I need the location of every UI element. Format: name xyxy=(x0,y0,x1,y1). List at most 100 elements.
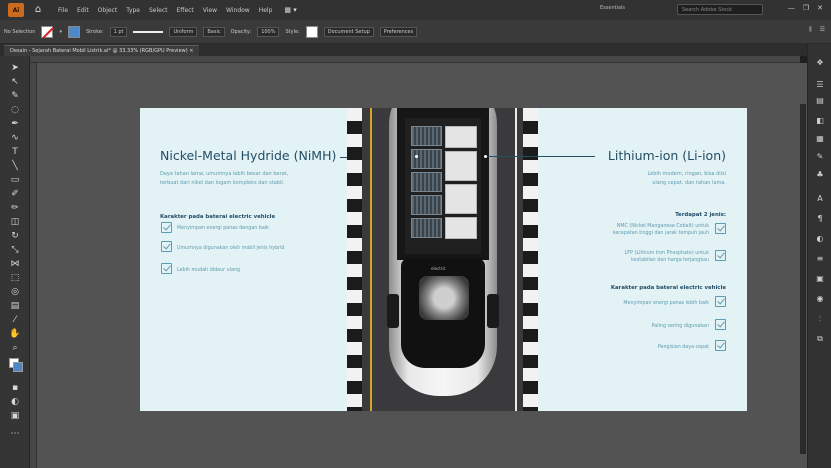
li-ion-types-heading[interactable]: Terdapat 2 jenis: xyxy=(675,212,726,218)
stroke-panel-icon[interactable]: ≡ xyxy=(815,254,825,264)
direct-selection-tool-icon[interactable]: ↖ xyxy=(8,76,22,88)
li-ion-item-2[interactable]: Paling sering digunakan xyxy=(652,323,709,330)
magic-wand-tool-icon[interactable]: ✎ xyxy=(8,90,22,102)
character-panel-icon[interactable]: A xyxy=(815,194,825,204)
artboards-panel-icon[interactable]: ▣ xyxy=(815,274,825,284)
layers-panel-icon[interactable]: ☰ xyxy=(815,80,825,90)
opacity-label[interactable]: Opacity: xyxy=(231,29,252,35)
li-ion-type-lfp[interactable]: LFP (Lithium Iron Phosphate) untuk kesta… xyxy=(625,250,709,264)
shaper-tool-icon[interactable]: ✏ xyxy=(8,202,22,214)
eyedropper-tool-icon[interactable]: ⁄ xyxy=(8,314,22,326)
li-ion-module xyxy=(445,151,477,181)
search-input[interactable]: Search Adobe Stock xyxy=(677,4,763,15)
li-ion-subtitle[interactable]: Lebih modern, ringan, bisa diisi ulang c… xyxy=(647,170,726,188)
menu-object[interactable]: Object xyxy=(98,7,118,14)
curvature-tool-icon[interactable]: ∿ xyxy=(8,132,22,144)
nimh-item-3[interactable]: Lebih mudah didaur ulang xyxy=(177,267,240,274)
pen-tool-icon[interactable]: ✒ xyxy=(8,118,22,130)
align-icon[interactable]: ⫼ xyxy=(809,26,812,34)
shape-builder-tool-icon[interactable]: ◎ xyxy=(8,286,22,298)
li-ion-item-1[interactable]: Menyimpan energi panas lebih baik xyxy=(623,300,709,307)
width-tool-icon[interactable]: ⋈ xyxy=(8,258,22,270)
opacity-field[interactable]: 100% xyxy=(257,26,280,37)
nimh-title[interactable]: Nickel-Metal Hydride (NiMH) xyxy=(160,148,336,163)
properties-panel-icon[interactable]: ❖ xyxy=(815,58,825,68)
pathfinder-panel-icon[interactable]: ⧉ xyxy=(815,334,825,344)
li-ion-module xyxy=(445,217,477,239)
check-icon xyxy=(715,250,726,261)
edit-toolbar-icon[interactable]: ⋯ xyxy=(8,428,22,440)
stroke-weight-field[interactable]: 1 pt xyxy=(109,26,128,37)
menu-file[interactable]: File xyxy=(58,7,68,14)
variable-width-dropdown[interactable]: Uniform xyxy=(169,26,198,37)
nimh-subtitle[interactable]: Daya tahan lama, umumnya lebih besar dan… xyxy=(160,170,288,188)
symbols-panel-icon[interactable]: ♣ xyxy=(815,170,825,180)
li-ion-title[interactable]: Lithium-ion (Li-ion) xyxy=(608,148,726,163)
zoom-tool-icon[interactable]: ⌕ xyxy=(8,342,22,354)
tab-close-icon[interactable]: × xyxy=(189,48,193,54)
li-ion-type-nmc[interactable]: NMC (Nickel Manganese Cobalt) untuk kece… xyxy=(613,223,709,237)
rectangle-tool-icon[interactable]: ▭ xyxy=(8,174,22,186)
draw-mode-icon[interactable]: ◐ xyxy=(8,396,22,408)
free-transform-tool-icon[interactable]: ⬚ xyxy=(8,272,22,284)
eraser-tool-icon[interactable]: ◫ xyxy=(8,216,22,228)
nimh-heading[interactable]: Karakter pada baterai electric vehicle xyxy=(160,214,275,220)
menu-type[interactable]: Type xyxy=(126,7,140,14)
vertical-scrollbar[interactable] xyxy=(800,104,806,454)
hand-tool-icon[interactable]: ✋ xyxy=(8,328,22,340)
color-panel-icon[interactable]: ◧ xyxy=(815,116,825,126)
paragraph-panel-icon[interactable]: ¶ xyxy=(815,214,825,224)
lasso-tool-icon[interactable]: ◌ xyxy=(8,104,22,116)
document-tab[interactable]: Desain - Sejarah Baterai Mobil Listrik.a… xyxy=(4,45,200,56)
menu-effect[interactable]: Effect xyxy=(177,7,194,14)
appearance-panel-icon[interactable]: ◉ xyxy=(815,294,825,304)
nimh-cell xyxy=(411,195,442,215)
close-icon[interactable]: ✕ xyxy=(817,4,823,12)
gradient-tool-icon[interactable]: ▤ xyxy=(8,300,22,312)
check-icon xyxy=(161,222,172,233)
chevron-down-icon[interactable]: ▾ xyxy=(59,29,62,35)
home-icon[interactable]: ⌂ xyxy=(32,4,44,16)
app-logo[interactable]: Ai xyxy=(8,3,24,17)
selection-tool-icon[interactable]: ➤ xyxy=(8,62,22,74)
libraries-panel-icon[interactable]: ▤ xyxy=(815,96,825,106)
screen-mode-icon[interactable]: ▣ xyxy=(8,410,22,422)
arrange-documents-icon[interactable]: ▦ ▾ xyxy=(284,6,296,14)
brush-definition-dropdown[interactable]: Basic xyxy=(203,26,225,37)
electric-car-image[interactable]: electric xyxy=(385,108,501,411)
color-mode-icon[interactable]: ▪ xyxy=(8,382,22,394)
maximize-icon[interactable]: ❐ xyxy=(803,4,809,12)
right-curb xyxy=(523,108,538,411)
li-ion-heading[interactable]: Karakter pada baterai electric vehicle xyxy=(611,285,726,291)
nimh-item-1[interactable]: Menyimpan energi panas dengan baik xyxy=(177,225,269,232)
minimize-icon[interactable]: — xyxy=(788,4,795,12)
menu-help[interactable]: Help xyxy=(259,7,273,14)
style-swatch[interactable] xyxy=(305,25,318,38)
menu-edit[interactable]: Edit xyxy=(77,7,89,14)
panel-menu-icon[interactable]: ☰ xyxy=(820,26,825,34)
preferences-button[interactable]: Preferences xyxy=(379,26,418,37)
artboard[interactable]: Nickel-Metal Hydride (NiMH) Daya tahan l… xyxy=(140,108,747,411)
document-setup-button[interactable]: Document Setup xyxy=(323,26,374,37)
line-tool-icon[interactable]: ╲ xyxy=(8,160,22,172)
workspace-switcher[interactable]: Essentials xyxy=(600,5,625,11)
brushes-panel-icon[interactable]: ✎ xyxy=(815,152,825,162)
variable-width-preview[interactable] xyxy=(133,30,164,33)
menu-select[interactable]: Select xyxy=(149,7,168,14)
stroke-swatch[interactable] xyxy=(67,25,80,38)
horizontal-ruler[interactable] xyxy=(30,56,800,63)
vertical-ruler[interactable] xyxy=(30,63,37,468)
rotate-tool-icon[interactable]: ↻ xyxy=(8,230,22,242)
transparency-panel-icon[interactable]: ◐ xyxy=(815,234,825,244)
nimh-item-2[interactable]: Umumnya digunakan oleh mobil jenis hybri… xyxy=(177,245,284,252)
stroke-color-icon[interactable] xyxy=(13,362,23,372)
fill-swatch[interactable] xyxy=(41,25,54,38)
type-tool-icon[interactable]: T xyxy=(8,146,22,158)
li-ion-item-3[interactable]: Pengisian daya cepat xyxy=(658,344,709,351)
paintbrush-tool-icon[interactable]: ✐ xyxy=(8,188,22,200)
align-panel-icon[interactable]: ⫶ xyxy=(815,314,825,324)
swatches-panel-icon[interactable]: ▦ xyxy=(815,134,825,144)
scale-tool-icon[interactable]: ⤡ xyxy=(8,244,22,256)
menu-window[interactable]: Window xyxy=(226,7,250,14)
menu-view[interactable]: View xyxy=(203,7,217,14)
